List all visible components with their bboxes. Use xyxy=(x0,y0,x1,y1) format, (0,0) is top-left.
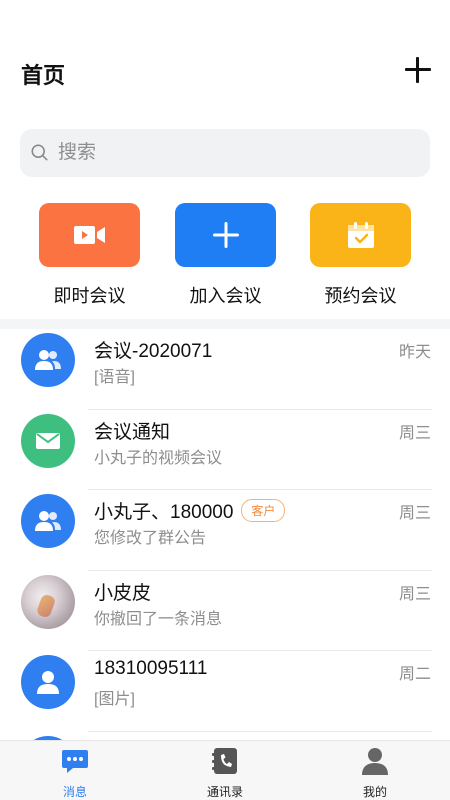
conversation-preview: [图片] xyxy=(94,691,135,708)
conversation-name: 18310095111 xyxy=(94,658,208,679)
conversation-time: 周三 xyxy=(398,505,431,522)
schedule-meeting-tile[interactable] xyxy=(310,203,411,267)
instant-meeting-tile[interactable] xyxy=(39,203,140,267)
conversation-name: 会议-2020071 xyxy=(94,341,213,362)
chat-bubble-icon xyxy=(62,750,88,773)
join-meeting-label: 加入会议 xyxy=(189,286,262,306)
group-icon xyxy=(35,511,61,531)
avatar-photo xyxy=(21,574,75,629)
tab-contacts-label: 通讯录 xyxy=(206,785,243,799)
add-icon[interactable] xyxy=(404,56,432,84)
instant-meeting-label: 即时会议 xyxy=(53,286,126,306)
plus-icon xyxy=(212,222,239,248)
header: 首页 xyxy=(0,52,450,96)
avatar xyxy=(21,333,75,387)
page-title: 首页 xyxy=(21,63,66,88)
conversation-item[interactable]: 18310095111 [图片] 周二 xyxy=(0,651,450,732)
conversation-name: 小皮皮 xyxy=(94,582,152,604)
instant-meeting-button[interactable]: 即时会议 xyxy=(39,203,140,308)
schedule-meeting-button[interactable]: 预约会议 xyxy=(310,203,411,308)
conversation-time: 昨天 xyxy=(398,344,431,361)
tab-messages[interactable]: 消息 xyxy=(35,747,115,800)
conversation-name-text: 小丸子、180000 xyxy=(94,502,234,523)
conversation-preview: 您修改了群公告 xyxy=(94,530,207,547)
customer-badge: 客户 xyxy=(241,499,286,523)
tab-me-label: 我的 xyxy=(362,785,387,799)
conversation-item[interactable]: 小皮皮 你撤回了一条消息 周三 xyxy=(0,571,450,651)
conversation-preview: 小丸子的视频会议 xyxy=(94,449,223,467)
conversation-preview: 你撤回了一条消息 xyxy=(94,610,223,628)
tab-contacts[interactable]: 通讯录 xyxy=(185,747,265,800)
join-meeting-tile[interactable] xyxy=(175,203,276,267)
search-icon xyxy=(31,144,48,161)
search-input[interactable] xyxy=(58,129,408,177)
conversation-item-partial[interactable] xyxy=(0,732,450,740)
conversation-list: 会议-2020071 [语音] 昨天 会议通知 小丸子的视频会议 周三 小丸子、… xyxy=(0,329,450,740)
avatar xyxy=(21,655,75,709)
conversation-item[interactable]: 会议-2020071 [语音] 昨天 xyxy=(0,329,450,410)
join-meeting-button[interactable]: 加入会议 xyxy=(175,203,276,308)
profile-icon xyxy=(362,748,388,775)
tab-me[interactable]: 我的 xyxy=(335,747,415,800)
conversation-item[interactable]: 小丸子、180000 客户 您修改了群公告 周三 xyxy=(0,490,450,571)
phonebook-icon xyxy=(212,748,237,774)
conversation-time: 周三 xyxy=(398,585,431,603)
person-icon xyxy=(37,671,59,694)
bottom-tab-bar: 消息 通讯录 我的 xyxy=(0,740,450,800)
conversation-name: 会议通知 xyxy=(94,421,171,443)
search-bar[interactable] xyxy=(20,129,430,177)
quick-actions: 即时会议 加入会议 预约会议 xyxy=(0,203,450,313)
section-divider xyxy=(0,319,450,329)
mail-icon xyxy=(36,432,60,449)
conversation-item[interactable]: 会议通知 小丸子的视频会议 周三 xyxy=(0,410,450,490)
calendar-check-icon xyxy=(347,222,374,248)
conversation-time: 周三 xyxy=(398,424,431,442)
avatar xyxy=(21,413,75,468)
group-icon xyxy=(35,350,61,370)
tab-messages-label: 消息 xyxy=(62,785,87,799)
schedule-meeting-label: 预约会议 xyxy=(324,286,397,306)
conversation-time: 周二 xyxy=(398,666,431,683)
avatar xyxy=(21,494,75,548)
video-camera-icon xyxy=(73,226,105,244)
conversation-preview: [语音] xyxy=(94,369,135,386)
conversation-name: 小丸子、180000 客户 xyxy=(94,497,286,524)
